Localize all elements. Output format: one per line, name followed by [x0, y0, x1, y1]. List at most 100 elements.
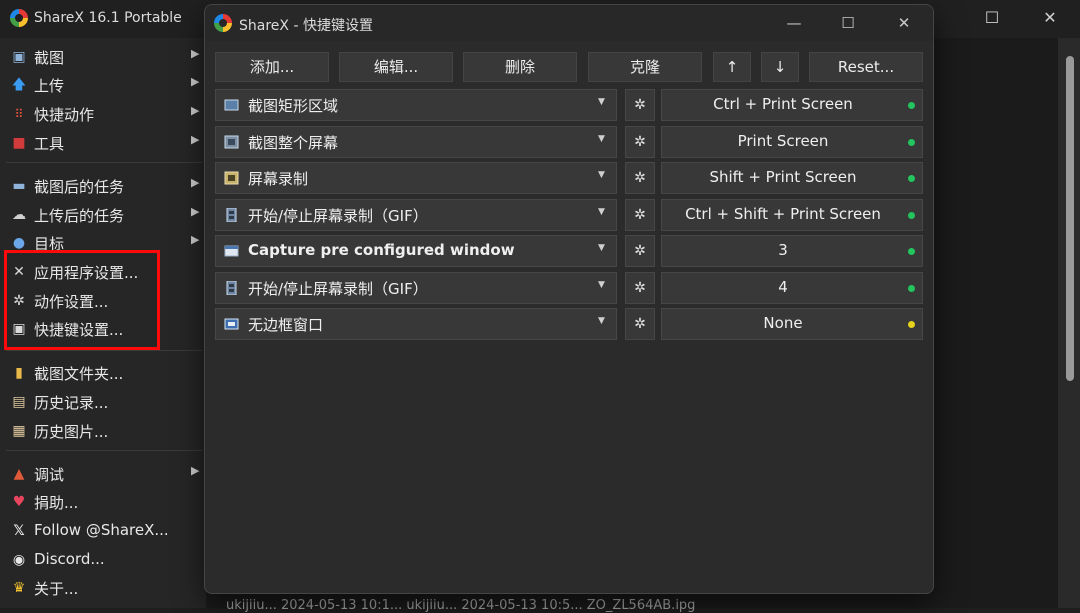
chevron-down-icon: ▼ [598, 134, 605, 144]
chevron-down-icon: ▼ [598, 316, 605, 326]
hotkey-row: 屏幕录制 ▼ ✲ Shift + Print Screen [215, 162, 923, 194]
task-label: 屏幕录制 [248, 170, 309, 188]
chevron-down-icon: ▼ [598, 97, 605, 107]
menu-item-capture[interactable]: ▣ 截图 ▶ [0, 43, 206, 71]
hotkey-settings-dialog: ShareX - 快捷键设置 — ☐ ✕ 添加... 编辑... 删除 克隆 ↑… [204, 4, 934, 594]
chevron-right-icon: ▶ [191, 47, 200, 60]
fullscreen-capture-icon [224, 135, 239, 149]
close-button[interactable]: ✕ [889, 11, 919, 35]
delete-button[interactable]: 删除 [463, 52, 577, 82]
menu-item-about[interactable]: ♛ 关于... [0, 574, 206, 602]
image-history-icon: ▦ [12, 423, 26, 439]
hotkey-input[interactable]: Print Screen [661, 126, 923, 158]
task-dropdown[interactable]: 屏幕录制 ▼ [215, 162, 617, 194]
history-icon: ▤ [12, 394, 26, 410]
menu-item-upload[interactable]: 🡅 上传 ▶ [0, 71, 206, 99]
menu-separator [6, 450, 202, 451]
task-dropdown[interactable]: 开始/停止屏幕录制（GIF） ▼ [215, 199, 617, 231]
task-settings-gear-button[interactable]: ✲ [625, 162, 655, 194]
task-settings-gear-button[interactable]: ✲ [625, 272, 655, 304]
task-dropdown[interactable]: 截图整个屏幕 ▼ [215, 126, 617, 158]
hotkey-row: 开始/停止屏幕录制（GIF） ▼ ✲ Ctrl + Shift + Print … [215, 199, 923, 231]
maximize-button[interactable]: ☐ [833, 11, 863, 35]
menu-item-destinations[interactable]: ● 目标 ▶ [0, 229, 206, 257]
chevron-down-icon: ▼ [598, 207, 605, 217]
dialog-titlebar: ShareX - 快捷键设置 — ☐ ✕ [205, 5, 933, 41]
task-settings-gear-button[interactable]: ✲ [625, 235, 655, 267]
hotkey-label: None [763, 314, 803, 332]
task-label: 截图整个屏幕 [248, 134, 339, 152]
menu-item-donate[interactable]: ♥ 捐助... [0, 488, 206, 516]
menu-item-history[interactable]: ▤ 历史记录... [0, 388, 206, 416]
menu-item-follow-x[interactable]: 𝕏 Follow @ShareX... [0, 517, 206, 545]
task-dropdown[interactable]: 无边框窗口 ▼ [215, 308, 617, 340]
status-dot-icon [908, 321, 915, 328]
task-label: 无边框窗口 [248, 316, 324, 334]
wrench-tools-icon: ✕ [13, 264, 25, 280]
move-down-button[interactable]: ↓ [761, 52, 799, 82]
menu-item-application-settings[interactable]: ✕ 应用程序设置... [0, 258, 206, 286]
toolbox-icon: ■ [12, 135, 26, 151]
menu-item-debug[interactable]: ▲ 调试 ▶ [0, 460, 206, 488]
upload-arrow-icon: 🡅 [11, 77, 27, 93]
cloud-upload-icon: ☁ [12, 207, 26, 223]
hotkey-label: Ctrl + Shift + Print Screen [685, 205, 881, 223]
screen-record-icon [224, 171, 239, 185]
hotkey-input[interactable]: Shift + Print Screen [661, 162, 923, 194]
close-button[interactable]: ✕ [1034, 6, 1066, 30]
hotkey-input[interactable]: 4 [661, 272, 923, 304]
sharex-logo-icon [214, 14, 232, 32]
task-settings-gear-button[interactable]: ✲ [625, 199, 655, 231]
move-up-button[interactable]: ↑ [713, 52, 751, 82]
destination-icon: ● [12, 235, 26, 251]
menu-item-discord[interactable]: ◉ Discord... [0, 546, 206, 574]
screenshot-icon: ▣ [12, 49, 26, 65]
scrollbar-thumb[interactable] [1066, 56, 1074, 381]
chevron-right-icon: ▶ [191, 464, 200, 477]
task-dropdown[interactable]: Capture pre configured window ▼ [215, 235, 617, 267]
maximize-button[interactable]: ☐ [976, 6, 1008, 30]
task-dropdown[interactable]: 截图矩形区域 ▼ [215, 89, 617, 121]
task-settings-gear-button[interactable]: ✲ [625, 126, 655, 158]
menu-item-quick-actions[interactable]: ⠿ 快捷动作 ▶ [0, 100, 206, 128]
chevron-right-icon: ▶ [191, 75, 200, 88]
hotkey-label: Ctrl + Print Screen [713, 95, 853, 113]
task-settings-gear-button[interactable]: ✲ [625, 308, 655, 340]
clone-button[interactable]: 克隆 [588, 52, 702, 82]
sharex-logo-icon [10, 9, 28, 27]
hotkey-input[interactable]: Ctrl + Shift + Print Screen [661, 199, 923, 231]
task-label: 开始/停止屏幕录制（GIF） [248, 207, 428, 225]
status-dot-icon [908, 212, 915, 219]
status-dot-icon [908, 248, 915, 255]
edit-button[interactable]: 编辑... [339, 52, 453, 82]
main-window-title: ShareX 16.1 Portable [34, 10, 182, 26]
main-menu: ▣ 截图 ▶ 🡅 上传 ▶ ⠿ 快捷动作 ▶ ■ 工具 ▶ ▬ 截图后的任务 ▶… [0, 38, 206, 608]
menu-item-after-capture[interactable]: ▬ 截图后的任务 ▶ [0, 172, 206, 200]
hotkey-input[interactable]: 3 [661, 235, 923, 267]
gear-icon: ✲ [13, 293, 25, 309]
menu-item-hotkey-settings[interactable]: ▣ 快捷键设置... [0, 315, 206, 343]
menu-item-after-upload[interactable]: ☁ 上传后的任务 ▶ [0, 201, 206, 229]
hotkey-row: 截图整个屏幕 ▼ ✲ Print Screen [215, 126, 923, 158]
reset-button[interactable]: Reset... [809, 52, 923, 82]
add-button[interactable]: 添加... [215, 52, 329, 82]
crown-icon: ♛ [12, 580, 26, 596]
hotkey-row: 开始/停止屏幕录制（GIF） ▼ ✲ 4 [215, 272, 923, 304]
status-dot-icon [908, 175, 915, 182]
hotkey-label: Shift + Print Screen [709, 168, 857, 186]
chevron-right-icon: ▶ [191, 133, 200, 146]
hotkey-input[interactable]: None [661, 308, 923, 340]
menu-item-tools[interactable]: ■ 工具 ▶ [0, 129, 206, 157]
hotkey-row: 截图矩形区域 ▼ ✲ Ctrl + Print Screen [215, 89, 923, 121]
menu-separator [6, 350, 202, 351]
menu-item-image-history[interactable]: ▦ 历史图片... [0, 417, 206, 445]
minimize-button[interactable]: — [779, 11, 809, 35]
debug-icon: ▲ [13, 466, 25, 482]
menu-item-screenshots-folder[interactable]: ▮ 截图文件夹... [0, 359, 206, 387]
status-dot-icon [908, 139, 915, 146]
task-settings-gear-button[interactable]: ✲ [625, 89, 655, 121]
task-dropdown[interactable]: 开始/停止屏幕录制（GIF） ▼ [215, 272, 617, 304]
hotkey-input[interactable]: Ctrl + Print Screen [661, 89, 923, 121]
menu-item-task-settings[interactable]: ✲ 动作设置... [0, 287, 206, 315]
menu-separator [6, 162, 202, 163]
